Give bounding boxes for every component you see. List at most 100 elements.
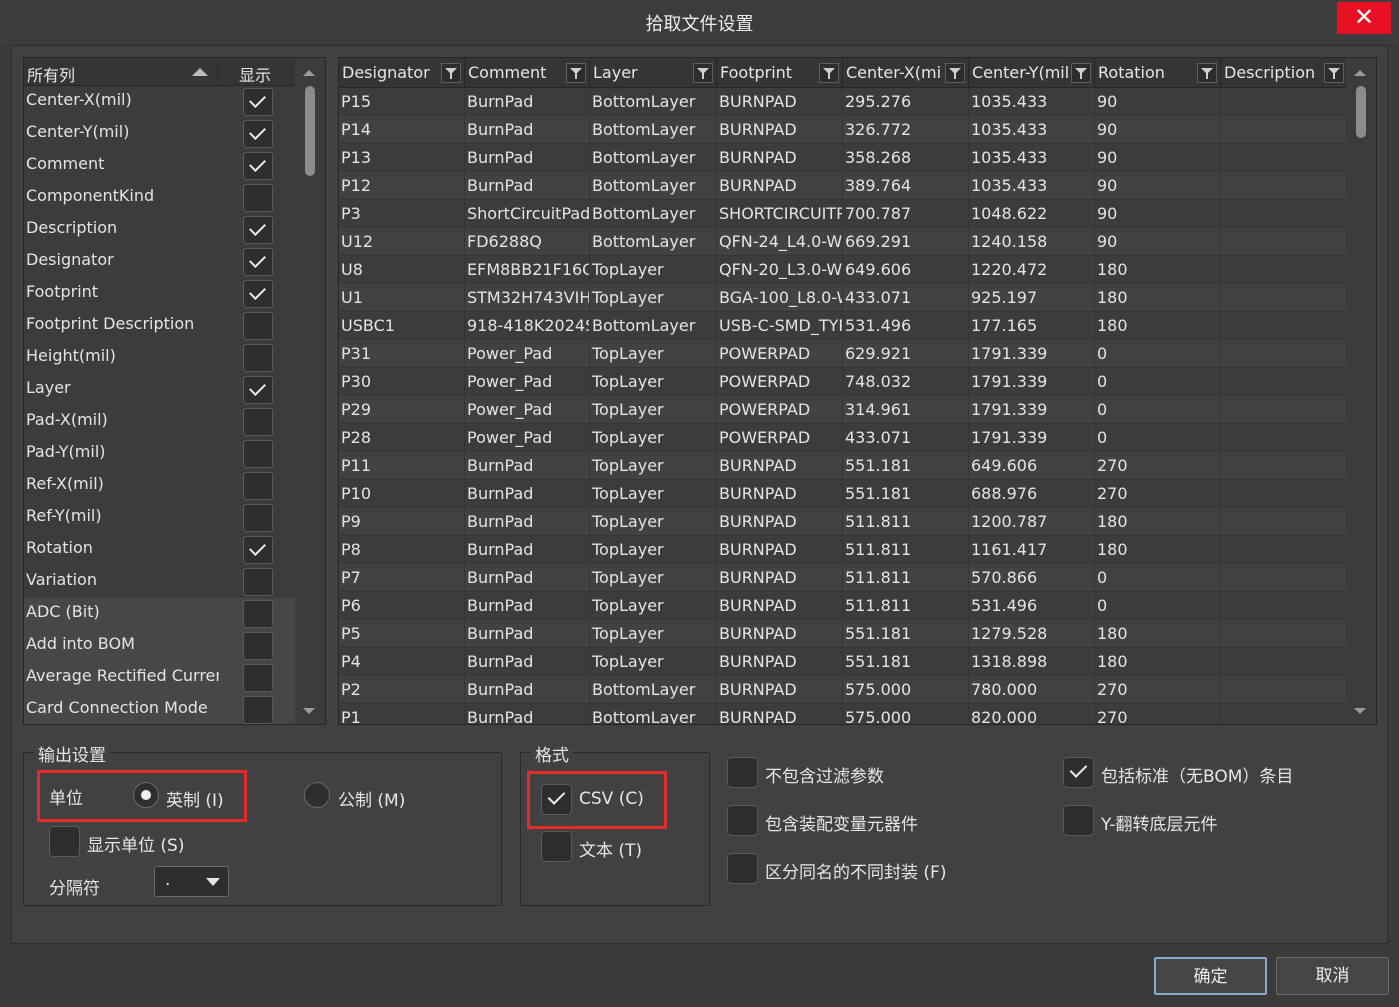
column-show-checkbox[interactable]: [243, 504, 273, 532]
imperial-radio[interactable]: [133, 782, 159, 808]
grid-header-cell[interactable]: Comment: [465, 58, 590, 88]
column-show-checkbox[interactable]: [243, 632, 273, 660]
header-show[interactable]: 显示: [239, 62, 271, 86]
table-row[interactable]: P9 BurnPad TopLayer BURNPAD 511.811 1200.787 1…: [339, 508, 1348, 536]
imperial-label[interactable]: 英制 (I): [166, 786, 224, 811]
column-show-checkbox[interactable]: [243, 280, 273, 308]
table-row[interactable]: P15 BurnPad BottomLayer BURNPAD 295.276 1035.…: [339, 88, 1348, 116]
scroll-up-icon[interactable]: [303, 70, 315, 76]
column-list-item[interactable]: Pad-X(mil): [24, 406, 296, 438]
column-list-item[interactable]: Add into BOM: [24, 630, 296, 662]
filter-icon[interactable]: [1324, 63, 1344, 83]
scroll-up-icon[interactable]: [1354, 70, 1366, 76]
filter-icon[interactable]: [819, 63, 839, 83]
column-list-item[interactable]: ADC (Bit): [24, 598, 296, 630]
exclude-filter-checkbox[interactable]: [727, 757, 758, 788]
columns-list-scrollbar[interactable]: [295, 58, 325, 724]
table-row[interactable]: P11 BurnPad TopLayer BURNPAD 551.181 649.606 2…: [339, 452, 1348, 480]
close-button[interactable]: ✕: [1337, 2, 1391, 34]
grid-header-cell[interactable]: Footprint: [717, 58, 843, 88]
scroll-thumb[interactable]: [305, 86, 315, 176]
column-show-checkbox[interactable]: [243, 248, 273, 276]
y-flip-bottom-checkbox[interactable]: [1063, 805, 1094, 836]
table-row[interactable]: P6 BurnPad TopLayer BURNPAD 511.811 531.496 0: [339, 592, 1348, 620]
column-list-item[interactable]: Comment: [24, 150, 296, 182]
column-list-item[interactable]: Designator: [24, 246, 296, 278]
include-variants-label[interactable]: 包含装配变量元器件: [765, 810, 918, 835]
column-list-item[interactable]: Center-X(mil): [24, 86, 296, 118]
column-show-checkbox[interactable]: [243, 472, 273, 500]
ok-button[interactable]: 确定: [1154, 957, 1267, 995]
scroll-down-icon[interactable]: [1354, 708, 1366, 714]
table-row[interactable]: P7 BurnPad TopLayer BURNPAD 511.811 570.866 0: [339, 564, 1348, 592]
column-show-checkbox[interactable]: [243, 376, 273, 404]
table-row[interactable]: USBC1 918-418K2024S40001BottomLayer USB-C-…: [339, 312, 1348, 340]
column-list-item[interactable]: Layer: [24, 374, 296, 406]
table-row[interactable]: P30 Power_Pad TopLayer POWERPAD 748.032 1791.…: [339, 368, 1348, 396]
table-row[interactable]: P29 Power_Pad TopLayer POWERPAD 314.961 1791.…: [339, 396, 1348, 424]
distinguish-footprints-label[interactable]: 区分同名的不同封装 (F): [765, 858, 946, 883]
column-list-item[interactable]: Footprint: [24, 278, 296, 310]
show-units-label[interactable]: 显示单位 (S): [87, 831, 184, 856]
column-show-checkbox[interactable]: [243, 536, 273, 564]
column-show-checkbox[interactable]: [243, 696, 273, 724]
include-no-bom-checkbox[interactable]: [1063, 757, 1094, 788]
column-list-item[interactable]: Description: [24, 214, 296, 246]
table-row[interactable]: P10 BurnPad TopLayer BURNPAD 551.181 688.976 2…: [339, 480, 1348, 508]
column-list-item[interactable]: Average Rectified Current: [24, 662, 296, 694]
cancel-button[interactable]: 取消: [1276, 957, 1389, 995]
column-show-checkbox[interactable]: [243, 344, 273, 372]
column-show-checkbox[interactable]: [243, 568, 273, 596]
column-show-checkbox[interactable]: [243, 152, 273, 180]
table-row[interactable]: P3 ShortCircuitPad BottomLayer SHORTCIRCUIT…: [339, 200, 1348, 228]
show-units-checkbox[interactable]: [49, 826, 80, 857]
text-format-checkbox[interactable]: [541, 831, 572, 862]
include-variants-checkbox[interactable]: [727, 805, 758, 836]
filter-icon[interactable]: [1197, 63, 1217, 83]
column-show-checkbox[interactable]: [243, 312, 273, 340]
text-format-label[interactable]: 文本 (T): [579, 836, 642, 861]
csv-checkbox[interactable]: [541, 784, 572, 815]
grid-header-cell[interactable]: Center-Y(mil): [969, 58, 1095, 88]
column-list-item[interactable]: Height(mil): [24, 342, 296, 374]
table-row[interactable]: P4 BurnPad TopLayer BURNPAD 551.181 1318.898 1…: [339, 648, 1348, 676]
filter-icon[interactable]: [693, 63, 713, 83]
grid-header-cell[interactable]: Center-X(mil): [843, 58, 969, 88]
metric-label[interactable]: 公制 (M): [338, 786, 405, 811]
table-row[interactable]: U1 STM32H743VIH6TopLayer BGA-100_L8.0-W8.0…: [339, 284, 1348, 312]
column-show-checkbox[interactable]: [243, 408, 273, 436]
scroll-down-icon[interactable]: [303, 708, 315, 714]
column-list-item[interactable]: Rotation: [24, 534, 296, 566]
table-row[interactable]: P12 BurnPad BottomLayer BURNPAD 389.764 1035.…: [339, 172, 1348, 200]
filter-icon[interactable]: [945, 63, 965, 83]
grid-header-cell[interactable]: Layer: [590, 58, 717, 88]
table-row[interactable]: P1 BurnPad BottomLayer BURNPAD 575.000 820.00…: [339, 704, 1348, 724]
y-flip-bottom-label[interactable]: Y-翻转底层元件: [1101, 810, 1218, 835]
table-row[interactable]: P8 BurnPad TopLayer BURNPAD 511.811 1161.417 1…: [339, 536, 1348, 564]
table-row[interactable]: U12 FD6288Q BottomLayer QFN-24_L4.0-W4.0669…: [339, 228, 1348, 256]
table-row[interactable]: P13 BurnPad BottomLayer BURNPAD 358.268 1035.…: [339, 144, 1348, 172]
sort-ascending-icon[interactable]: [192, 68, 208, 76]
grid-header-cell[interactable]: Rotation: [1095, 58, 1221, 88]
column-show-checkbox[interactable]: [243, 216, 273, 244]
column-list-item[interactable]: Ref-X(mil): [24, 470, 296, 502]
column-list-item[interactable]: Footprint Description: [24, 310, 296, 342]
columns-list[interactable]: 所有列 显示 Center-X(mil) Center-Y(mil) Comment…: [23, 57, 326, 725]
filter-icon[interactable]: [566, 63, 586, 83]
column-list-item[interactable]: Pad-Y(mil): [24, 438, 296, 470]
table-row[interactable]: U8 EFM8BB21F16G-C-QFN20TopLayer QFN-20_L3.…: [339, 256, 1348, 284]
filter-icon[interactable]: [1071, 63, 1091, 83]
column-list-item[interactable]: Variation: [24, 566, 296, 598]
distinguish-footprints-checkbox[interactable]: [727, 853, 758, 884]
table-row[interactable]: P28 Power_Pad TopLayer POWERPAD 433.071 1791.…: [339, 424, 1348, 452]
column-show-checkbox[interactable]: [243, 120, 273, 148]
table-row[interactable]: P14 BurnPad BottomLayer BURNPAD 326.772 1035.…: [339, 116, 1348, 144]
column-list-item[interactable]: ComponentKind: [24, 182, 296, 214]
column-show-checkbox[interactable]: [243, 88, 273, 116]
column-show-checkbox[interactable]: [243, 664, 273, 692]
column-list-item[interactable]: Card Connection Mode: [24, 694, 296, 724]
column-list-item[interactable]: Ref-Y(mil): [24, 502, 296, 534]
metric-radio[interactable]: [304, 782, 330, 808]
column-list-item[interactable]: Center-Y(mil): [24, 118, 296, 150]
filter-icon[interactable]: [441, 63, 461, 83]
